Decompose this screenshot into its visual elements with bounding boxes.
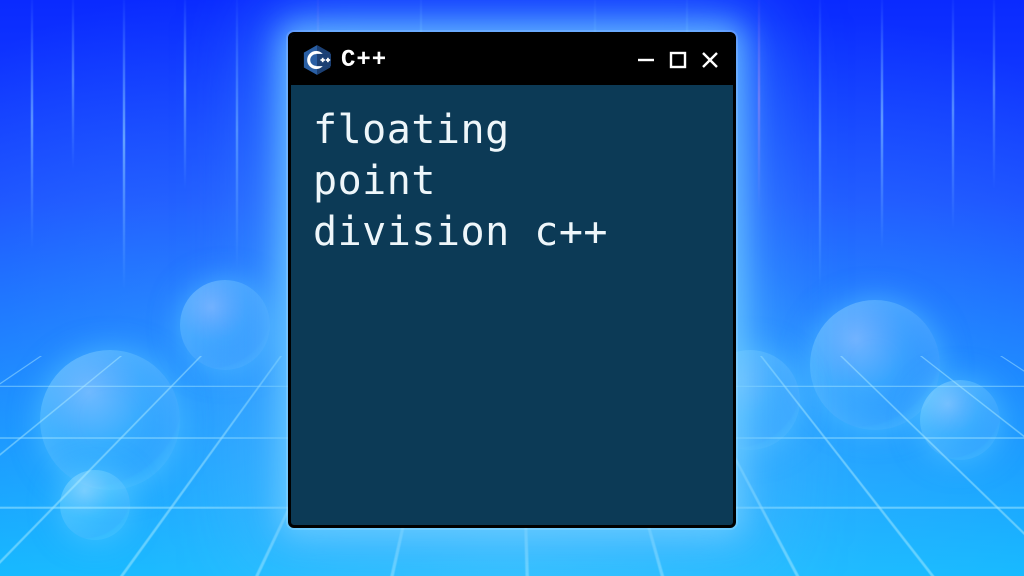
content-text: floating point division c++ (313, 105, 711, 259)
background: C++ floating point division c++ (0, 0, 1024, 576)
close-button[interactable] (699, 49, 721, 71)
window-controls (635, 49, 721, 71)
app-window: C++ floating point division c++ (288, 32, 736, 528)
window-title: C++ (341, 47, 625, 74)
maximize-button[interactable] (667, 49, 689, 71)
cpp-logo-icon (303, 44, 331, 76)
minimize-button[interactable] (635, 49, 657, 71)
titlebar[interactable]: C++ (291, 35, 733, 85)
window-body: floating point division c++ (291, 85, 733, 279)
